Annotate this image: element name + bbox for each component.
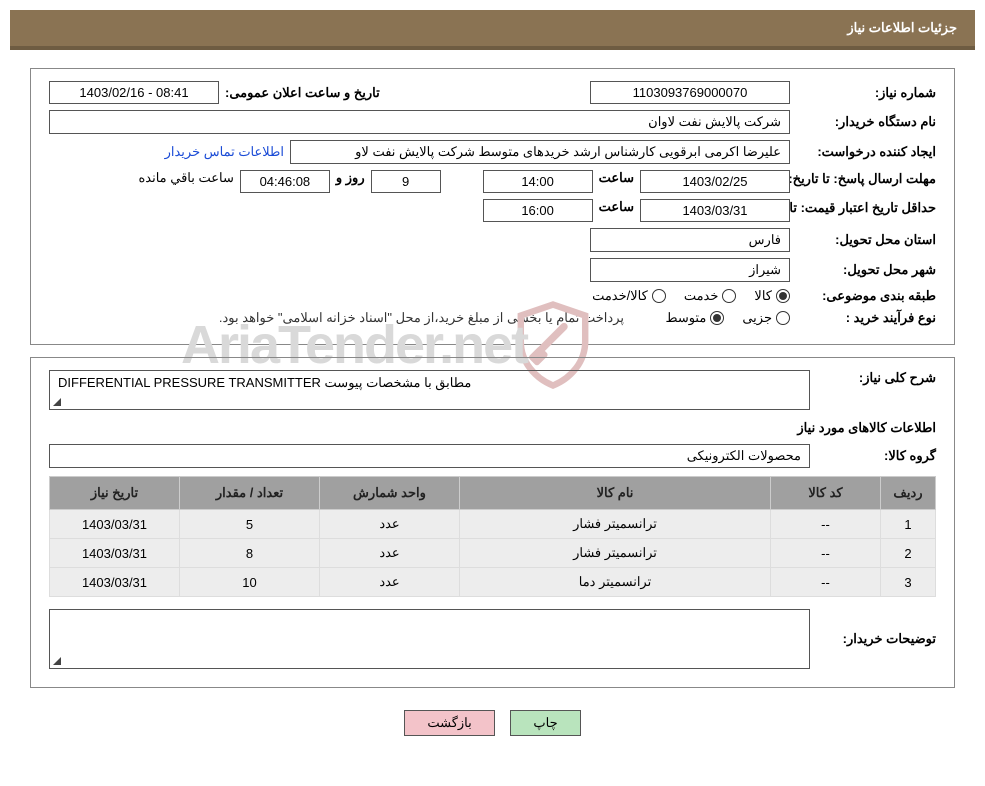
cell-row: 3: [881, 568, 936, 597]
days-and-label: روز و: [336, 170, 365, 186]
table-row: 3 -- ترانسمیتر دما عدد 10 1403/03/31: [50, 568, 936, 597]
radio-goods[interactable]: کالا: [754, 288, 790, 304]
requester-value: علیرضا اکرمی ابرقویی کارشناس ارشد خریدها…: [290, 140, 790, 164]
announce-value: 1403/02/16 - 08:41: [49, 81, 219, 104]
buyer-notes-text[interactable]: [49, 609, 810, 669]
validity-time: 16:00: [483, 199, 593, 222]
col-date: تاریخ نیاز: [50, 477, 180, 510]
deadline-label: مهلت ارسال پاسخ: تا تاریخ:: [796, 170, 936, 188]
need-no-value: 1103093769000070: [590, 81, 790, 104]
buyer-notes-label: توضیحات خریدار:: [816, 631, 936, 647]
group-value: محصولات الکترونیکی: [49, 444, 810, 468]
table-header: ردیف کد کالا نام کالا واحد شمارش تعداد /…: [50, 477, 936, 510]
radio-goodsservice-label: کالا/خدمت: [592, 288, 648, 304]
row-deadline: مهلت ارسال پاسخ: تا تاریخ: 1403/02/25 سا…: [49, 170, 936, 193]
row-process: نوع فرآیند خرید : جزیی متوسط پرداخت تمام…: [49, 310, 936, 326]
cell-name: ترانسمیتر فشار: [460, 539, 771, 568]
radio-medium[interactable]: متوسط: [665, 310, 724, 326]
cell-qty: 5: [180, 510, 320, 539]
cell-unit: عدد: [320, 568, 460, 597]
col-code: کد کالا: [771, 477, 881, 510]
row-city: شهر محل تحویل: شیراز: [49, 258, 936, 282]
radio-goods-label: کالا: [754, 288, 772, 304]
requester-label: ایجاد کننده درخواست:: [796, 144, 936, 160]
button-row: چاپ بازگشت: [10, 700, 975, 746]
row-province: استان محل تحویل: فارس: [49, 228, 936, 252]
row-need-no: شماره نیاز: 1103093769000070 تاریخ و ساع…: [49, 81, 936, 104]
page-header: جزئیات اطلاعات نیاز: [10, 10, 975, 50]
city-value: شیراز: [590, 258, 790, 282]
remaining-label: ساعت باقي مانده: [138, 170, 233, 186]
cell-row: 1: [881, 510, 936, 539]
cell-name: ترانسمیتر فشار: [460, 510, 771, 539]
table-row: 1 -- ترانسمیتر فشار عدد 5 1403/03/31: [50, 510, 936, 539]
overall-desc-text[interactable]: DIFFERENTIAL PRESSURE TRANSMITTER مطابق …: [49, 370, 810, 410]
classify-label: طبقه بندی موضوعی:: [796, 288, 936, 304]
city-label: شهر محل تحویل:: [796, 262, 936, 278]
validity-date: 1403/03/31: [640, 199, 790, 222]
process-label: نوع فرآیند خرید :: [796, 310, 936, 326]
validity-label: حداقل تاریخ اعتبار قیمت: تا تاریخ:: [796, 199, 936, 217]
goods-info-title: اطلاعات کالاهای مورد نیاز: [49, 420, 936, 436]
buyer-label: نام دستگاه خریدار:: [796, 114, 936, 130]
announce-label: تاریخ و ساعت اعلان عمومی:: [225, 85, 380, 101]
page-title: جزئیات اطلاعات نیاز: [847, 20, 957, 35]
table-row: 2 -- ترانسمیتر فشار عدد 8 1403/03/31: [50, 539, 936, 568]
back-button[interactable]: بازگشت: [404, 710, 494, 736]
buyer-value: شرکت پالایش نفت لاوان: [49, 110, 790, 134]
row-validity: حداقل تاریخ اعتبار قیمت: تا تاریخ: 1403/…: [49, 199, 936, 222]
days-remaining: 9: [371, 170, 441, 193]
col-unit: واحد شمارش: [320, 477, 460, 510]
row-requester: ایجاد کننده درخواست: علیرضا اکرمی ابرقوی…: [49, 140, 936, 164]
goods-table: ردیف کد کالا نام کالا واحد شمارش تعداد /…: [49, 476, 936, 597]
col-qty: تعداد / مقدار: [180, 477, 320, 510]
radio-medium-label: متوسط: [665, 310, 706, 326]
province-label: استان محل تحویل:: [796, 232, 936, 248]
time-label-2: ساعت: [599, 199, 634, 215]
details-panel: شرح کلی نیاز: DIFFERENTIAL PRESSURE TRAN…: [30, 357, 955, 688]
cell-row: 2: [881, 539, 936, 568]
print-button[interactable]: چاپ: [510, 710, 580, 736]
col-row: ردیف: [881, 477, 936, 510]
cell-date: 1403/03/31: [50, 568, 180, 597]
need-no-label: شماره نیاز:: [796, 85, 936, 101]
province-value: فارس: [590, 228, 790, 252]
cell-code: --: [771, 568, 881, 597]
info-panel: AriaTender.net شماره نیاز: 1103093769000…: [30, 68, 955, 345]
row-classification: طبقه بندی موضوعی: کالا خدمت کالا/خدمت: [49, 288, 936, 304]
deadline-date: 1403/02/25: [640, 170, 790, 193]
countdown-time: 04:46:08: [240, 170, 330, 193]
cell-unit: عدد: [320, 510, 460, 539]
radio-partial[interactable]: جزیی: [742, 310, 790, 326]
radio-goods-service[interactable]: کالا/خدمت: [592, 288, 666, 304]
row-buyer-notes: توضیحات خریدار:: [49, 609, 936, 669]
radio-service-label: خدمت: [684, 288, 719, 304]
contact-link[interactable]: اطلاعات تماس خریدار: [165, 144, 284, 160]
cell-qty: 8: [180, 539, 320, 568]
col-name: نام کالا: [460, 477, 771, 510]
deadline-time: 14:00: [483, 170, 593, 193]
overall-label: شرح کلی نیاز:: [816, 370, 936, 386]
cell-code: --: [771, 539, 881, 568]
group-label: گروه کالا:: [816, 448, 936, 464]
cell-date: 1403/03/31: [50, 510, 180, 539]
row-overall-desc: شرح کلی نیاز: DIFFERENTIAL PRESSURE TRAN…: [49, 370, 936, 410]
cell-code: --: [771, 510, 881, 539]
cell-unit: عدد: [320, 539, 460, 568]
cell-date: 1403/03/31: [50, 539, 180, 568]
cell-qty: 10: [180, 568, 320, 597]
row-group: گروه کالا: محصولات الکترونیکی: [49, 444, 936, 468]
process-note: پرداخت تمام یا بخشی از مبلغ خرید،از محل …: [219, 310, 624, 326]
radio-partial-label: جزیی: [742, 310, 772, 326]
radio-service[interactable]: خدمت: [684, 288, 737, 304]
time-label-1: ساعت: [599, 170, 634, 186]
cell-name: ترانسمیتر دما: [460, 568, 771, 597]
row-buyer: نام دستگاه خریدار: شرکت پالایش نفت لاوان: [49, 110, 936, 134]
